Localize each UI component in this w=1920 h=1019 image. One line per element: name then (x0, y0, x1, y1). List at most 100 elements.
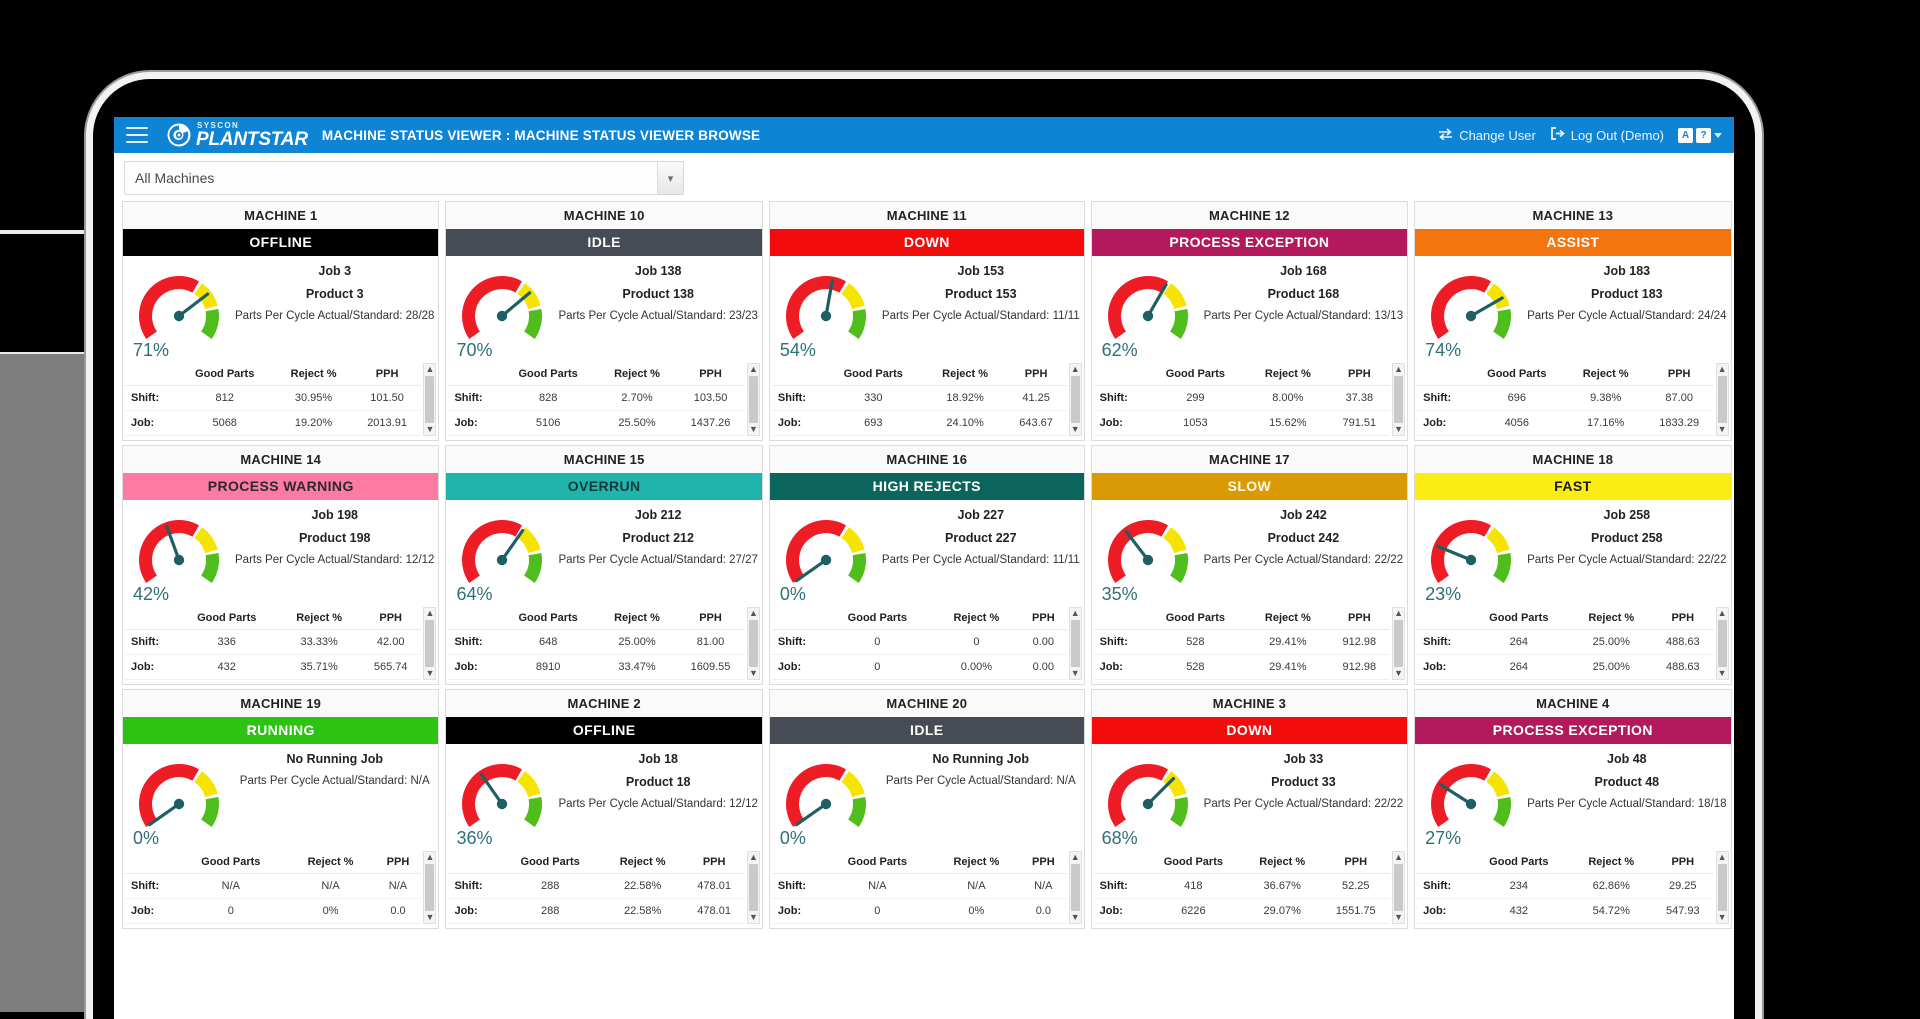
stats-scrollbar[interactable]: ▲ ▼ (423, 607, 437, 680)
chevron-down-icon[interactable] (1714, 132, 1722, 138)
job-label: No Running Job (286, 752, 383, 766)
scroll-up-icon[interactable]: ▲ (749, 609, 758, 618)
scroll-down-icon[interactable]: ▼ (425, 669, 434, 678)
job-reject-pct: 24.10% (924, 410, 1006, 436)
accessibility-badge[interactable]: A (1678, 127, 1693, 143)
machine-filter-select[interactable]: All Machines ▾ (124, 161, 684, 195)
machine-card[interactable]: MACHINE 16 HIGH REJECTS 0% Job 227 Produ… (768, 445, 1085, 685)
machine-card[interactable]: MACHINE 11 DOWN 54% Job 153 Product 153 … (768, 201, 1085, 441)
scrollbar-thumb[interactable] (748, 864, 758, 911)
scrollbar-thumb[interactable] (425, 620, 435, 667)
scroll-up-icon[interactable]: ▲ (425, 365, 434, 374)
scroll-up-icon[interactable]: ▲ (1071, 365, 1080, 374)
stats-scrollbar[interactable]: ▲ ▼ (746, 607, 760, 680)
scrollbar-thumb[interactable] (1717, 376, 1727, 423)
scrollbar-thumb[interactable] (1070, 620, 1080, 667)
stats-scrollbar[interactable]: ▲ ▼ (1392, 607, 1406, 680)
scroll-up-icon[interactable]: ▲ (1071, 853, 1080, 862)
machine-card[interactable]: MACHINE 15 OVERRUN 64% Job 212 Product 2… (445, 445, 763, 685)
machine-card[interactable]: MACHINE 3 DOWN 68% Job 33 Product 33 Par… (1090, 689, 1409, 929)
help-badge[interactable]: ? (1696, 127, 1711, 143)
scrollbar-thumb[interactable] (1394, 376, 1404, 423)
row-label-shift: Shift: (1417, 629, 1468, 655)
machine-card[interactable]: MACHINE 13 ASSIST 74% Job 183 Product 18… (1414, 201, 1732, 441)
stats-scrollbar[interactable]: ▲ ▼ (423, 851, 437, 924)
scroll-up-icon[interactable]: ▲ (1394, 609, 1403, 618)
stats-scrollbar[interactable]: ▲ ▼ (423, 363, 437, 436)
scroll-up-icon[interactable]: ▲ (1718, 853, 1727, 862)
machine-card[interactable]: MACHINE 17 SLOW 35% Job 242 Product 242 … (1090, 445, 1409, 685)
machine-card-body: 42% Job 198 Product 198 Parts Per Cycle … (123, 500, 438, 604)
scroll-up-icon[interactable]: ▲ (1394, 365, 1403, 374)
stats-scrollbar[interactable]: ▲ ▼ (1715, 363, 1729, 436)
machine-card[interactable]: MACHINE 4 PROCESS EXCEPTION 27% Job 48 P… (1414, 689, 1732, 929)
col-good-parts: Good Parts (175, 363, 275, 386)
scrollbar-thumb[interactable] (1717, 864, 1727, 911)
scrollbar-thumb[interactable] (748, 620, 758, 667)
stats-table: Good Parts Reject % PPH Shift: 828 2.70%… (448, 363, 745, 436)
scrollbar-thumb[interactable] (425, 864, 435, 911)
scroll-up-icon[interactable]: ▲ (1071, 609, 1080, 618)
scrollbar-thumb[interactable] (748, 376, 758, 423)
machine-name: MACHINE 17 (1091, 446, 1408, 473)
scroll-down-icon[interactable]: ▼ (425, 425, 434, 434)
change-user-button[interactable]: Change User (1438, 128, 1536, 143)
hamburger-menu-icon[interactable] (126, 127, 148, 143)
machine-name: MACHINE 19 (123, 690, 439, 717)
scroll-down-icon[interactable]: ▼ (1718, 669, 1727, 678)
scroll-down-icon[interactable]: ▼ (749, 913, 758, 922)
scroll-down-icon[interactable]: ▼ (425, 913, 434, 922)
scrollbar-thumb[interactable] (1717, 620, 1727, 667)
scroll-up-icon[interactable]: ▲ (1718, 365, 1727, 374)
scrollbar-thumb[interactable] (425, 376, 435, 423)
scroll-down-icon[interactable]: ▼ (1071, 669, 1080, 678)
machine-card[interactable]: MACHINE 19 RUNNING 0% No Running Job Par… (122, 689, 440, 929)
stats-scrollbar[interactable]: ▲ ▼ (1068, 851, 1082, 924)
scroll-up-icon[interactable]: ▲ (425, 609, 434, 618)
stats-scrollbar[interactable]: ▲ ▼ (746, 851, 760, 924)
scroll-down-icon[interactable]: ▼ (1071, 425, 1080, 434)
scrollbar-thumb[interactable] (1394, 620, 1404, 667)
scroll-down-icon[interactable]: ▼ (1394, 669, 1403, 678)
scroll-down-icon[interactable]: ▼ (1071, 913, 1080, 922)
machine-card[interactable]: MACHINE 14 PROCESS WARNING 42% Job 198 P… (122, 445, 440, 685)
machine-card[interactable]: MACHINE 10 IDLE 70% Job 138 Product 138 … (445, 201, 763, 441)
log-out-button[interactable]: Log Out (Demo) (1550, 127, 1664, 143)
scroll-up-icon[interactable]: ▲ (425, 853, 434, 862)
stats-scrollbar[interactable]: ▲ ▼ (1392, 363, 1406, 436)
stats-scrollbar[interactable]: ▲ ▼ (1068, 363, 1082, 436)
scroll-down-icon[interactable]: ▼ (1394, 425, 1403, 434)
scroll-up-icon[interactable]: ▲ (749, 853, 758, 862)
scroll-up-icon[interactable]: ▲ (1718, 609, 1727, 618)
scrollbar-thumb[interactable] (1070, 864, 1080, 911)
stats-scrollbar[interactable]: ▲ ▼ (1392, 851, 1406, 924)
shift-reject-pct: 2.70% (597, 385, 677, 411)
stats-scrollbar[interactable]: ▲ ▼ (1068, 607, 1082, 680)
job-reject-pct: 0% (286, 898, 375, 924)
scrollbar-thumb[interactable] (1070, 376, 1080, 423)
row-label-job: Job: (1417, 898, 1468, 924)
stats-scrollbar[interactable]: ▲ ▼ (746, 363, 760, 436)
select-chevron-down-icon[interactable]: ▾ (657, 162, 683, 194)
scroll-down-icon[interactable]: ▼ (749, 669, 758, 678)
scroll-up-icon[interactable]: ▲ (749, 365, 758, 374)
table-row: Job: 528 29.41% 912.98 (1093, 654, 1391, 680)
machine-card[interactable]: MACHINE 2 OFFLINE 36% Job 18 Product 18 … (445, 689, 763, 929)
stats-table: Good Parts Reject % PPH Shift: N/A N/A N… (125, 851, 422, 924)
machine-card-body: 0% No Running Job Parts Per Cycle Actual… (123, 744, 438, 848)
machine-card[interactable]: MACHINE 18 FAST 23% Job 258 Product 258 … (1414, 445, 1732, 685)
machine-card[interactable]: MACHINE 12 PROCESS EXCEPTION 62% Job 168… (1090, 201, 1409, 441)
scroll-down-icon[interactable]: ▼ (1718, 913, 1727, 922)
scroll-down-icon[interactable]: ▼ (749, 425, 758, 434)
shift-good-parts: 299 (1143, 385, 1248, 411)
machine-card[interactable]: MACHINE 20 IDLE 0% No Running Job Parts … (768, 689, 1085, 929)
scrollbar-thumb[interactable] (1394, 864, 1404, 911)
col-reject-pct: Reject % (1570, 851, 1653, 874)
scroll-down-icon[interactable]: ▼ (1394, 913, 1403, 922)
row-label-shift: Shift: (1417, 873, 1468, 899)
scroll-up-icon[interactable]: ▲ (1394, 853, 1403, 862)
machine-card[interactable]: MACHINE 1 OFFLINE 71% Job 3 Product 3 Pa… (122, 201, 440, 441)
stats-scrollbar[interactable]: ▲ ▼ (1715, 851, 1729, 924)
scroll-down-icon[interactable]: ▼ (1718, 425, 1727, 434)
stats-scrollbar[interactable]: ▲ ▼ (1715, 607, 1729, 680)
